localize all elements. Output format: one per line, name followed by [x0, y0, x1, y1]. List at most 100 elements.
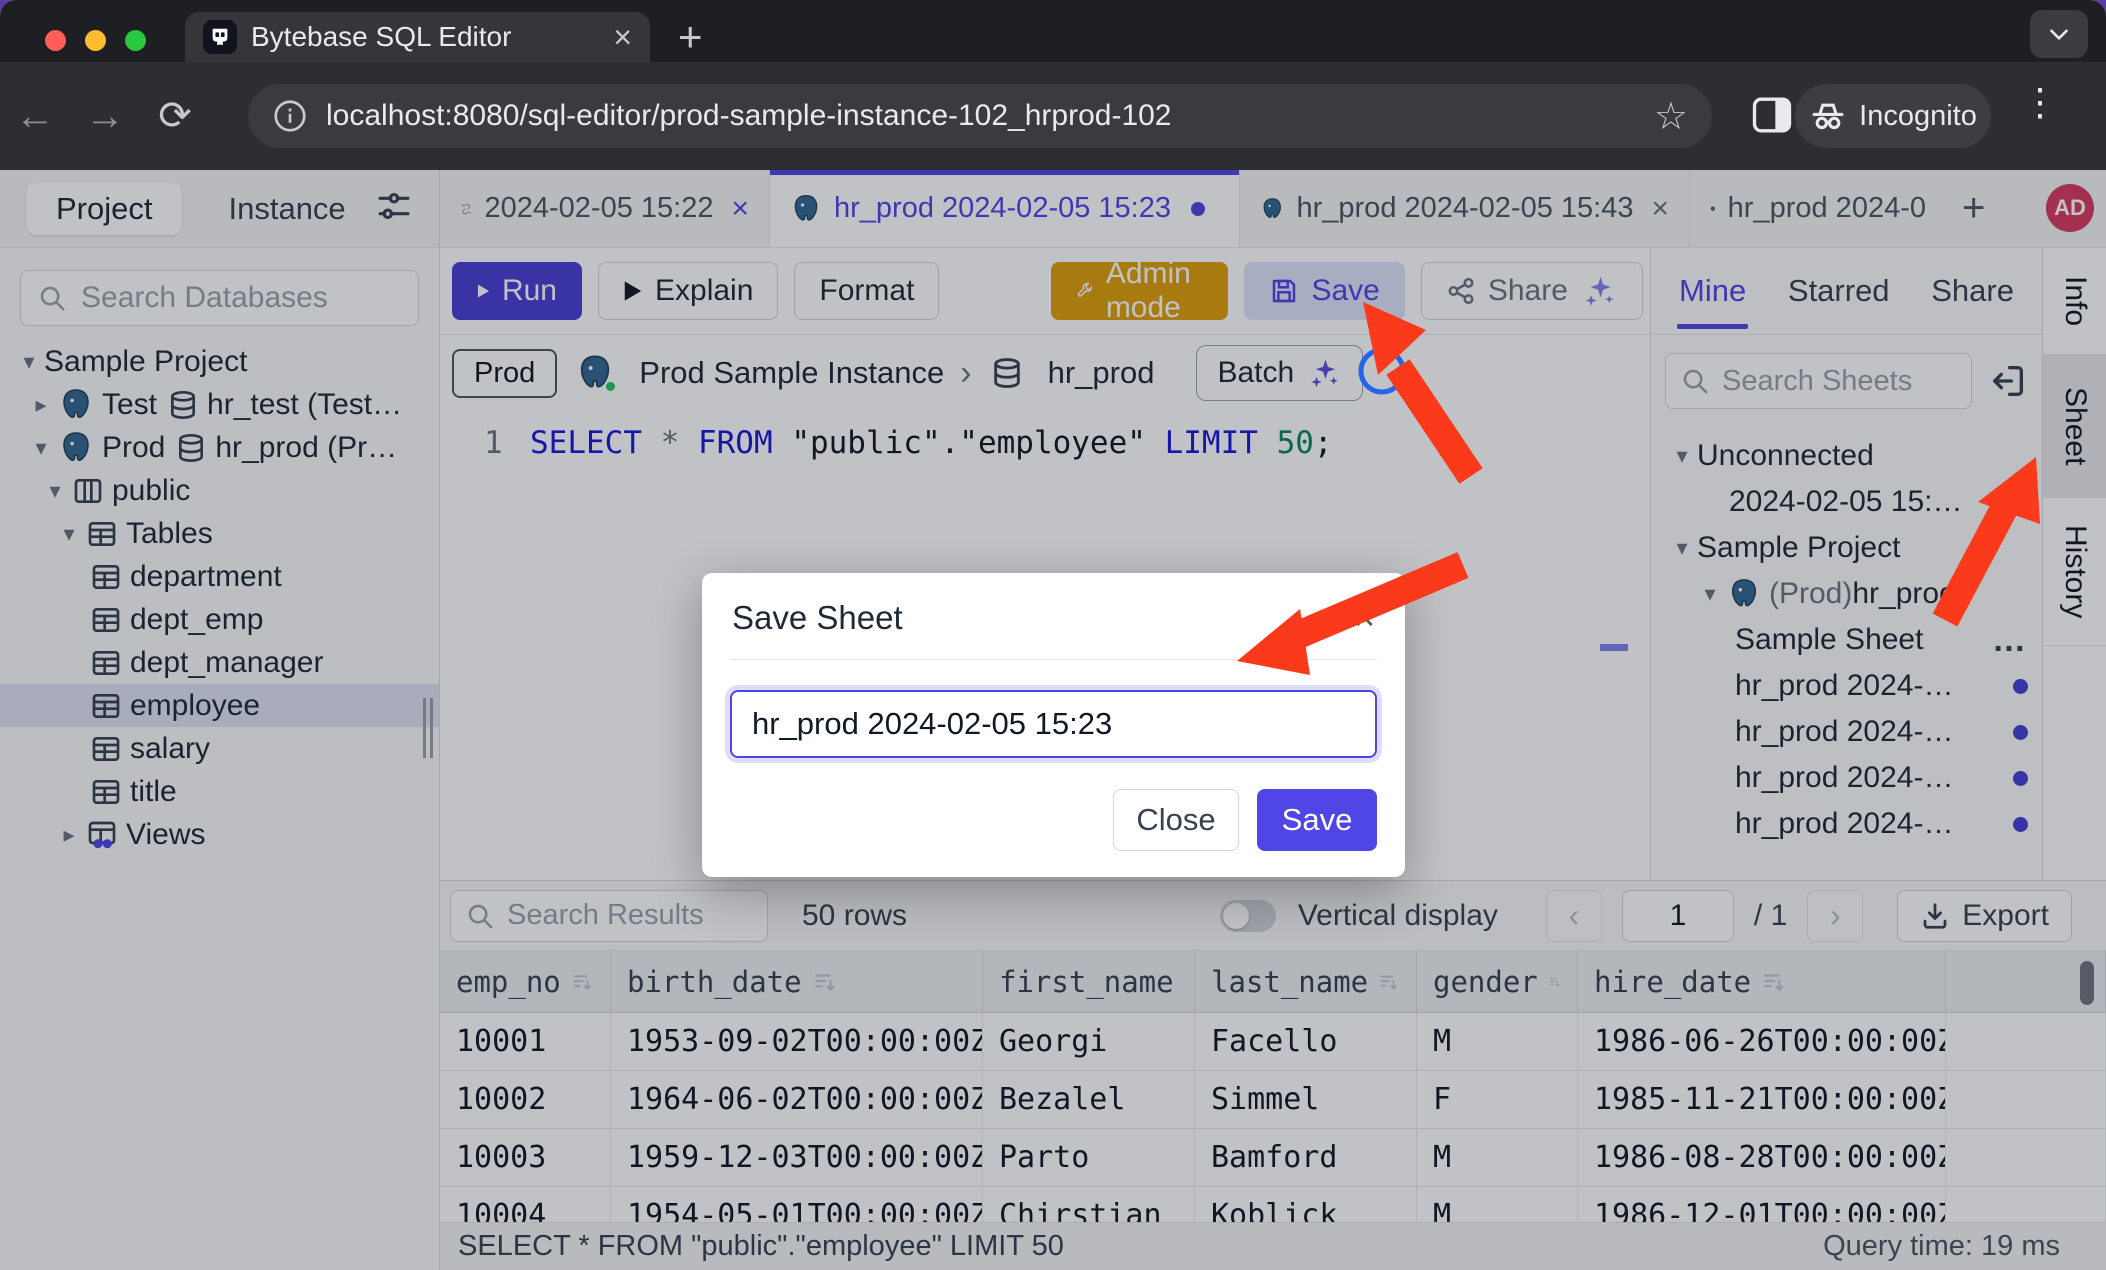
save-button[interactable]: Save	[1244, 262, 1404, 320]
tree-node-views-group[interactable]: ▸ Views	[0, 813, 439, 856]
table-cell[interactable]: 1954-05-01T00:00:00Z	[611, 1187, 983, 1222]
collapse-panel-icon[interactable]	[1988, 361, 2028, 401]
table-cell[interactable]: 1986-06-26T00:00:00Z	[1578, 1013, 1946, 1071]
new-browser-tab-button[interactable]: +	[678, 14, 703, 60]
table-cell[interactable]: Simmel	[1195, 1071, 1417, 1129]
forward-icon[interactable]: →	[70, 94, 140, 139]
chevron-down-icon[interactable]: ▾	[14, 349, 44, 375]
table-cell[interactable]: F	[1417, 1071, 1578, 1129]
sheet-item[interactable]: hr_prod 2024-…	[1651, 709, 2042, 755]
table-cell[interactable]: Bamford	[1195, 1129, 1417, 1187]
column-header[interactable]: emp_no	[440, 951, 611, 1013]
table-cell[interactable]: 1985-11-21T00:00:00Z	[1578, 1071, 1946, 1129]
sort-icon[interactable]	[812, 969, 838, 995]
tab-project[interactable]: Project	[26, 183, 182, 235]
tree-node-table-department[interactable]: department	[0, 555, 439, 598]
tree-node-tables-group[interactable]: ▾ Tables	[0, 512, 439, 555]
sheet-group-project[interactable]: ▾ Sample Project	[1651, 525, 2042, 571]
table-cell[interactable]: 1964-06-02T00:00:00Z	[611, 1071, 983, 1129]
column-header[interactable]: hire_date	[1578, 951, 1946, 1013]
sheet-menu-icon[interactable]: …	[1992, 630, 2028, 650]
prev-page-button[interactable]: ‹	[1546, 890, 1602, 942]
table-cell[interactable]: 1986-08-28T00:00:00Z	[1578, 1129, 1946, 1187]
tab-instance[interactable]: Instance	[228, 191, 345, 227]
sort-icon[interactable]	[571, 969, 594, 995]
sort-icon[interactable]	[1761, 969, 1787, 995]
tree-node-project[interactable]: ▾ Sample Project	[0, 340, 439, 383]
run-button[interactable]: Run	[452, 262, 582, 320]
reload-icon[interactable]: ⟳	[140, 93, 210, 139]
table-cell[interactable]: M	[1417, 1129, 1578, 1187]
vertical-display-toggle[interactable]	[1220, 900, 1276, 932]
table-cell[interactable]: Facello	[1195, 1013, 1417, 1071]
url-text[interactable]: localhost:8080/sql-editor/prod-sample-in…	[326, 99, 1654, 133]
sort-icon[interactable]	[1378, 969, 1400, 995]
close-icon[interactable]: ×	[1651, 192, 1669, 226]
editor-tab-2-active[interactable]: hr_prod 2024-02-05 15:23	[770, 170, 1240, 247]
site-info-icon[interactable]	[272, 98, 308, 134]
sheet-name-input[interactable]	[730, 690, 1377, 758]
sheet-item[interactable]: hr_prod 2024-…	[1651, 755, 2042, 801]
sidebar-resize-handle[interactable]	[423, 698, 433, 758]
chevron-down-icon[interactable]: ▾	[1695, 581, 1725, 607]
chevron-down-icon[interactable]: ▾	[26, 435, 56, 461]
explain-button[interactable]: Explain	[598, 262, 778, 320]
window-minimize-button[interactable]	[85, 30, 106, 51]
dialog-close-button[interactable]: Close	[1113, 789, 1239, 851]
dialog-save-button[interactable]: Save	[1257, 789, 1377, 851]
tree-node-table-dept-emp[interactable]: dept_emp	[0, 598, 439, 641]
column-header[interactable]: first_name	[983, 951, 1195, 1013]
chevron-down-icon[interactable]: ▾	[1667, 443, 1697, 469]
table-cell[interactable]: 1959-12-03T00:00:00Z	[611, 1129, 983, 1187]
close-icon[interactable]: ×	[731, 192, 749, 226]
table-cell[interactable]: Koblick	[1195, 1187, 1417, 1222]
tree-node-test-db[interactable]: ▸ Test hr_test (Test…	[0, 383, 439, 426]
close-icon[interactable]: ×	[1354, 600, 1375, 636]
tab-mine[interactable]: Mine	[1679, 273, 1746, 309]
search-databases-input[interactable]: Search Databases	[20, 270, 419, 326]
sheet-item[interactable]: 2024-02-05 15:…	[1651, 479, 2042, 525]
tree-node-table-title[interactable]: title	[0, 770, 439, 813]
tree-node-table-dept-manager[interactable]: dept_manager	[0, 641, 439, 684]
tree-node-schema-public[interactable]: ▾ public	[0, 469, 439, 512]
tree-node-table-salary[interactable]: salary	[0, 727, 439, 770]
column-header[interactable]: last_name	[1195, 951, 1417, 1013]
sort-icon[interactable]	[1548, 969, 1561, 995]
browser-tab[interactable]: Bytebase SQL Editor ×	[185, 12, 650, 62]
bookmark-star-icon[interactable]: ☆	[1654, 94, 1688, 139]
table-cell[interactable]: 1953-09-02T00:00:00Z	[611, 1013, 983, 1071]
window-close-button[interactable]	[45, 30, 66, 51]
new-sheet-tab-button[interactable]: +	[1946, 170, 2001, 247]
table-cell[interactable]: 10002	[440, 1071, 611, 1129]
tab-sheet[interactable]: Sheet	[2043, 355, 2106, 498]
page-number-input[interactable]	[1622, 890, 1734, 942]
table-cell[interactable]: Chirstian	[983, 1187, 1195, 1222]
sheet-item[interactable]: hr_prod 2024-…	[1651, 663, 2042, 709]
side-panel-icon[interactable]	[1752, 96, 1792, 139]
sheet-item[interactable]: hr_prod 2024-…	[1651, 801, 2042, 847]
sheet-item-sample[interactable]: Sample Sheet …	[1651, 617, 2042, 663]
table-cell[interactable]: M	[1417, 1013, 1578, 1071]
browser-menu-icon[interactable]: ⋮	[2020, 80, 2060, 125]
table-cell[interactable]: M	[1417, 1187, 1578, 1222]
database-name[interactable]: hr_prod	[1048, 355, 1155, 391]
search-results-input[interactable]: Search Results	[450, 890, 768, 942]
admin-mode-button[interactable]: Admin mode	[1051, 262, 1228, 320]
sheet-group-unconnected[interactable]: ▾ Unconnected	[1651, 433, 2042, 479]
table-cell[interactable]: 1986-12-01T00:00:00Z	[1578, 1187, 1946, 1222]
table-cell[interactable]: Georgi	[983, 1013, 1195, 1071]
export-button[interactable]: Export	[1897, 890, 2072, 942]
filter-sliders-icon[interactable]	[375, 189, 413, 228]
table-cell[interactable]: 10001	[440, 1013, 611, 1071]
format-button[interactable]: Format	[794, 262, 939, 320]
chevron-right-icon[interactable]: ▸	[54, 822, 84, 848]
instance-name[interactable]: Prod Sample Instance	[639, 355, 944, 391]
tab-starred[interactable]: Starred	[1788, 273, 1890, 309]
window-zoom-button[interactable]	[125, 30, 146, 51]
tab-search-button[interactable]	[2030, 10, 2088, 58]
tree-node-prod-db[interactable]: ▾ Prod hr_prod (Pr…	[0, 426, 439, 469]
results-scrollbar-thumb[interactable]	[2080, 961, 2094, 1005]
back-icon[interactable]: ←	[0, 94, 70, 139]
sheet-db-node[interactable]: ▾ (Prod) hr_prod	[1651, 571, 2042, 617]
tab-info[interactable]: Info	[2043, 248, 2106, 355]
